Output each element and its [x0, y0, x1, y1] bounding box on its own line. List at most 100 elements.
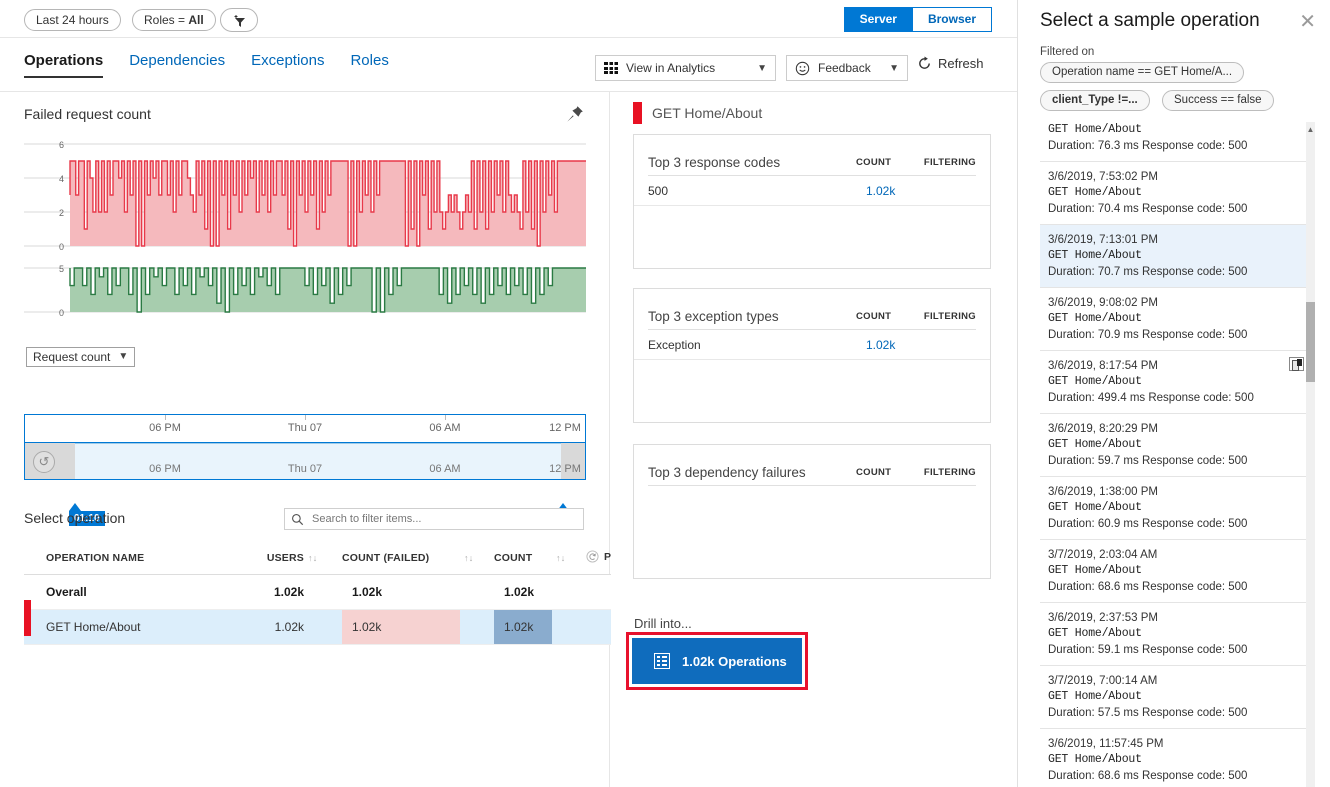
list-item-timestamp: 3/7/2019, 2:03:04 AM	[1048, 549, 1158, 561]
view-mode-toggle[interactable]: Server Browser	[843, 7, 992, 32]
refresh-icon	[919, 56, 930, 69]
card-filtering-header: FILTERING	[923, 467, 976, 478]
chart-area-fill	[70, 268, 586, 312]
selected-row-indicator	[24, 600, 31, 636]
list-item[interactable]: 3/6/2019, 11:57:45 PM GET Home/About Durat…	[1040, 729, 1310, 787]
table-row[interactable]: Overall 1.02k 1.02k 1.02k	[24, 574, 642, 610]
app-root: Last 24 hours Roles = All Server Browser…	[0, 0, 1330, 787]
table-row[interactable]: Exception 1.02k	[634, 330, 990, 360]
list-item-operation: GET Home/About	[1048, 123, 1142, 136]
slider-tick-1: Thu 07	[287, 463, 323, 475]
sort-users-icon[interactable]: ↑↓	[304, 544, 342, 575]
list-item-meta: Duration: 59.7 ms Response code: 500	[1048, 455, 1248, 467]
list-item-timestamp: 3/6/2019, 1:38:00 PM	[1048, 486, 1158, 498]
axis-tick-0: 06 PM	[149, 422, 181, 434]
list-item[interactable]: 3/6/2019, 9:08:02 PM GET Home/About Durati…	[1040, 288, 1310, 351]
list-item-timestamp: 3/6/2019, 7:53:02 PM	[1048, 171, 1158, 183]
details-icon[interactable]	[1289, 357, 1304, 371]
list-item[interactable]: 3/6/2019, 1:38:00 PM GET Home/About Durati…	[1040, 477, 1310, 540]
col-count-failed[interactable]: COUNT (FAILED)	[342, 544, 460, 575]
exception-type-count[interactable]: 1.02k	[866, 338, 895, 352]
list-item-timestamp: 3/7/2019, 7:00:14 AM	[1048, 675, 1158, 687]
sample-operation-list[interactable]: GET Home/About Duration: 76.3 ms Response…	[1040, 122, 1310, 787]
y-axis-tick-label: 5	[59, 264, 64, 274]
list-item[interactable]: 3/6/2019, 8:20:29 PM GET Home/About Durati…	[1040, 414, 1310, 477]
filter-chip-operation-name[interactable]: Operation name == GET Home/A...	[1040, 62, 1245, 83]
chevron-down-icon: ▼	[889, 62, 899, 74]
add-filter-button[interactable]	[220, 8, 258, 32]
list-item-meta: Duration: 60.9 ms Response code: 500	[1048, 518, 1248, 530]
col-operation-name[interactable]: OPERATION NAME	[24, 544, 234, 575]
table-row[interactable]: 500 1.02k	[634, 176, 990, 206]
roles-value: All	[188, 13, 204, 27]
tab-browser[interactable]: Browser	[912, 7, 992, 32]
tab-dependencies[interactable]: Dependencies	[129, 52, 225, 78]
selected-operation-name: GET Home/About	[652, 105, 763, 121]
list-item-operation: GET Home/About	[1048, 627, 1142, 640]
col-count[interactable]: COUNT	[494, 544, 552, 575]
list-item-operation: GET Home/About	[1048, 753, 1142, 766]
drill-into-label: Drill into...	[634, 616, 692, 631]
card-count-header: COUNT	[856, 157, 892, 168]
time-range-pill[interactable]: Last 24 hours	[24, 9, 121, 31]
card-title: Top 3 dependency failures	[648, 465, 806, 480]
tab-exceptions[interactable]: Exceptions	[251, 52, 324, 78]
failed-request-count-chart: 0 2 4 6	[24, 140, 586, 252]
drill-into-operations-button[interactable]: 1.02k Operations	[632, 638, 802, 684]
metric-selector-dropdown[interactable]: Request count ▼	[26, 347, 136, 367]
scrollbar-thumb[interactable]	[1306, 302, 1315, 382]
close-icon[interactable]: ✕	[1299, 12, 1316, 32]
list-item[interactable]: GET Home/About Duration: 76.3 ms Response…	[1040, 122, 1310, 162]
analytics-grid-icon	[604, 62, 618, 74]
filter-chip-success[interactable]: Success == false	[1162, 90, 1274, 111]
tab-server[interactable]: Server	[843, 7, 913, 32]
list-item[interactable]: 3/6/2019, 2:37:53 PM GET Home/About Durati…	[1040, 603, 1310, 666]
y-axis-tick-label: 2	[59, 208, 64, 218]
chevron-down-icon: ▼	[118, 351, 129, 362]
sort-count-icon[interactable]: ↑↓	[552, 544, 586, 575]
y-axis-tick-label: 6	[59, 140, 64, 150]
list-item[interactable]: 3/6/2019, 7:13:01 PM GET Home/About Durati…	[1040, 225, 1310, 288]
tab-roles[interactable]: Roles	[350, 52, 388, 78]
tab-operations[interactable]: Operations	[24, 52, 104, 78]
card-filtering-header: FILTERING	[923, 157, 976, 168]
pin-icon[interactable]	[565, 104, 585, 124]
operations-table: OPERATION NAME USERS ↑↓ COUNT (FAILED) ↑…	[24, 544, 642, 645]
operation-name-text: GET Home/About	[46, 620, 141, 634]
time-range-slider[interactable]: ↺ 06 PM Thu 07 06 AM 12 PM 01:10 01:10	[24, 442, 586, 526]
operation-search-box[interactable]	[284, 508, 584, 530]
list-item[interactable]: 3/6/2019, 7:53:02 PM GET Home/About Durati…	[1040, 162, 1310, 225]
top-dependency-failures-card: Top 3 dependency failures COUNT FILTERIN…	[633, 444, 991, 579]
panel-title: Select a sample operation	[1040, 10, 1260, 31]
col-users[interactable]: USERS	[234, 544, 304, 575]
feedback-label: Feedback	[818, 61, 871, 75]
roles-filter-pill[interactable]: Roles = All	[132, 9, 216, 31]
list-item-meta: Duration: 57.5 ms Response code: 500	[1048, 707, 1248, 719]
list-item[interactable]: 3/6/2019, 8:17:54 PM GET Home/About Durati…	[1040, 351, 1310, 414]
view-in-analytics-button[interactable]: View in Analytics ▼	[595, 55, 776, 81]
card-title: Top 3 exception types	[648, 309, 779, 324]
sample-list-scrollbar[interactable]	[1306, 122, 1315, 787]
filter-chip-client-type[interactable]: client_Type !=...	[1040, 90, 1150, 111]
response-code-count[interactable]: 1.02k	[866, 184, 895, 198]
table-row[interactable]: GET Home/About 1.02k 1.02k 1.02k	[24, 600, 642, 645]
reset-zoom-icon[interactable]: ↺	[33, 451, 55, 473]
list-item-operation: GET Home/About	[1048, 501, 1142, 514]
scroll-up-arrow-icon[interactable]: ▲	[1306, 124, 1315, 135]
list-item-meta: Duration: 68.6 ms Response code: 500	[1048, 770, 1248, 782]
card-count-header: COUNT	[856, 467, 892, 478]
count-failed-cell: 1.02k	[342, 574, 460, 610]
view-in-analytics-label: View in Analytics	[626, 61, 716, 75]
sort-count-failed-icon[interactable]: ↑↓	[460, 544, 494, 575]
feedback-button[interactable]: Feedback ▼	[786, 55, 908, 81]
request-count-chart: 05	[24, 264, 586, 318]
count-cell: 1.02k	[494, 609, 552, 645]
list-item[interactable]: 3/7/2019, 7:00:14 AM GET Home/About Durati…	[1040, 666, 1310, 729]
main-content-area: Last 24 hours Roles = All Server Browser…	[0, 0, 1017, 787]
refresh-button[interactable]: Refresh	[917, 56, 984, 71]
search-input[interactable]	[310, 512, 570, 526]
list-item[interactable]: 3/7/2019, 2:03:04 AM GET Home/About Durati…	[1040, 540, 1310, 603]
refresh-label: Refresh	[938, 56, 984, 71]
operation-name-cell: GET Home/About	[24, 600, 234, 645]
table-header-row: OPERATION NAME USERS ↑↓ COUNT (FAILED) ↑…	[24, 544, 642, 575]
